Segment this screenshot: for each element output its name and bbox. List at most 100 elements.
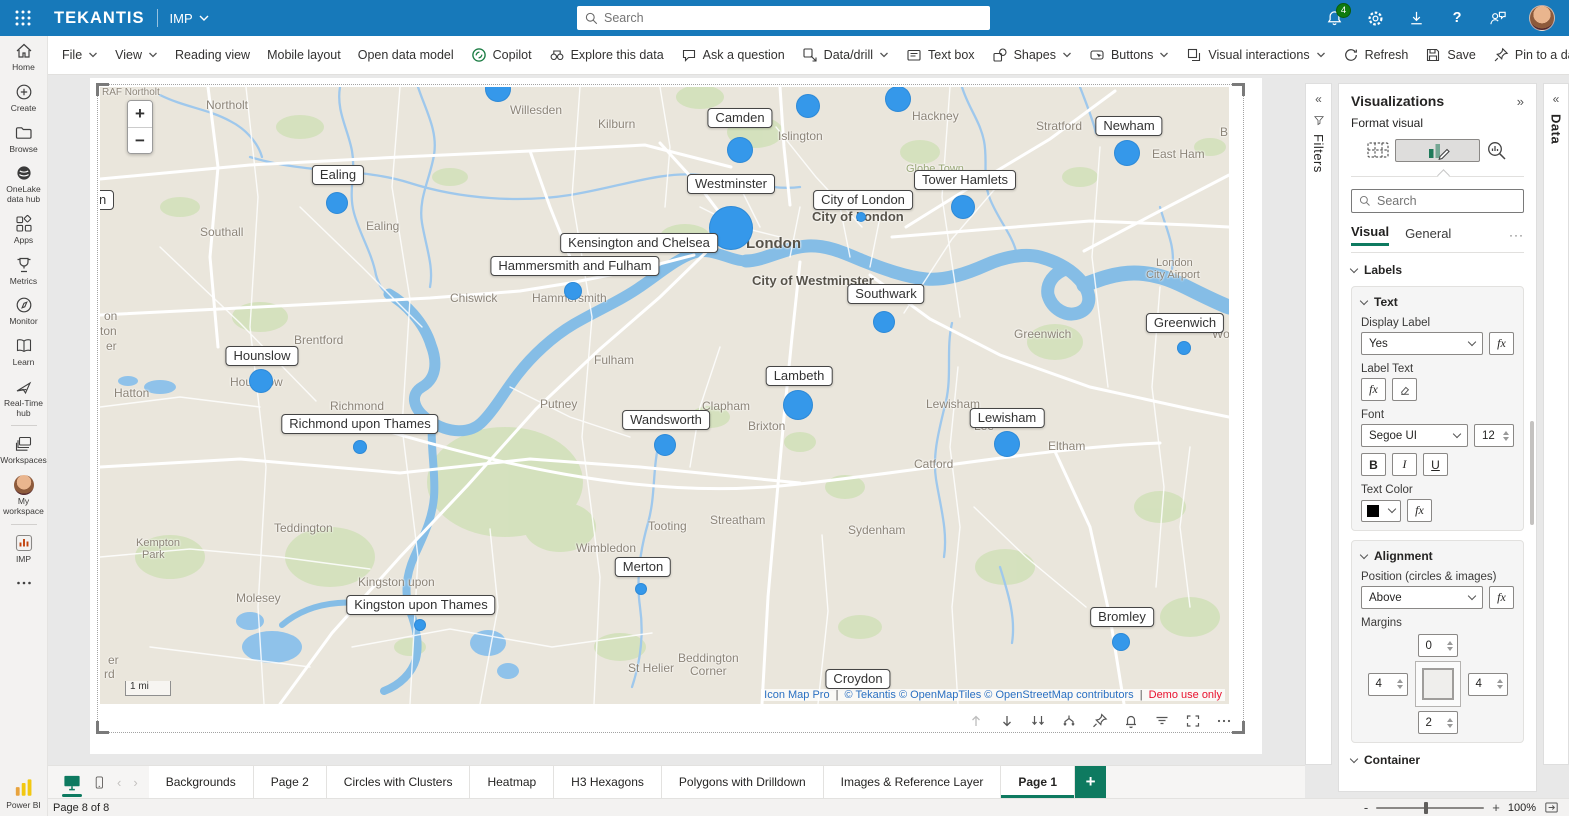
ribbon-data-drill[interactable]: Data/drill — [802, 47, 889, 63]
sidebar-item-onelake[interactable]: OneLake data hub — [0, 158, 48, 209]
ribbon-buttons[interactable]: Buttons — [1089, 47, 1169, 63]
borough-label[interactable]: Ealing — [312, 165, 364, 185]
map-zoom-out-button[interactable]: − — [128, 127, 152, 153]
borough-label[interactable]: Richmond upon Thames — [281, 414, 438, 434]
font-size-stepper[interactable]: 12 — [1474, 424, 1514, 447]
format-search-input[interactable] — [1377, 194, 1516, 208]
map-data-circle[interactable] — [727, 137, 753, 163]
stepper-arrows-icon[interactable] — [1447, 718, 1453, 728]
page-tab-polygons-with-drilldown[interactable]: Polygons with Drilldown — [662, 766, 824, 798]
borough-label[interactable]: Hounslow — [225, 346, 298, 366]
font-family-dropdown[interactable]: Segoe UI — [1361, 424, 1468, 447]
display-label-fx-button[interactable]: fx — [1489, 332, 1514, 355]
user-avatar[interactable] — [1529, 5, 1555, 31]
sidebar-item-apps[interactable]: Apps — [0, 209, 48, 250]
map-data-circle[interactable] — [994, 431, 1020, 457]
labels-section-header[interactable]: Labels — [1351, 263, 1524, 277]
bold-button[interactable]: B — [1361, 453, 1386, 476]
pin-visual-icon[interactable] — [1091, 712, 1109, 730]
sidebar-item-create[interactable]: Create — [0, 77, 48, 118]
search-input[interactable] — [604, 11, 982, 25]
analytics-icon[interactable] — [1480, 136, 1514, 164]
sidebar-item-workspaces[interactable]: Workspaces — [0, 429, 48, 470]
desktop-view-icon[interactable] — [62, 773, 82, 792]
ribbon-mobile-layout[interactable]: Mobile layout — [267, 48, 341, 62]
position-fx-button[interactable]: fx — [1489, 586, 1514, 609]
map-data-circle[interactable] — [1177, 341, 1191, 355]
map-data-circle[interactable] — [564, 282, 582, 300]
position-dropdown[interactable]: Above — [1361, 586, 1483, 609]
margin-right-stepper[interactable]: 4 — [1468, 673, 1508, 696]
attribution-link[interactable]: © OpenStreetMap contributors — [984, 689, 1133, 701]
notifications-icon[interactable]: 4 — [1324, 8, 1344, 28]
mobile-view-icon[interactable] — [92, 773, 106, 792]
app-launcher-icon[interactable] — [0, 0, 46, 36]
text-section-header[interactable]: Text — [1361, 295, 1514, 309]
borough-label[interactable]: Croydon — [825, 669, 890, 689]
format-visual-icon[interactable] — [1395, 139, 1480, 162]
filters-pane-collapsed[interactable]: « Filters — [1305, 83, 1332, 765]
sidebar-item-myworkspace[interactable]: My workspace — [0, 470, 48, 521]
map-data-circle[interactable] — [326, 192, 348, 214]
settings-gear-icon[interactable] — [1365, 8, 1385, 28]
ribbon-view[interactable]: View — [115, 48, 158, 62]
data-pane-collapsed[interactable]: « Data — [1543, 83, 1569, 765]
borough-label[interactable]: Lambeth — [766, 366, 833, 386]
borough-label[interactable]: Tower Hamlets — [914, 170, 1016, 190]
borough-label[interactable]: Merton — [615, 557, 671, 577]
stepper-arrows-icon[interactable] — [1503, 431, 1509, 441]
download-icon[interactable] — [1406, 8, 1426, 28]
expand-data-icon[interactable]: « — [1553, 92, 1560, 106]
text-color-fx-button[interactable]: fx — [1407, 499, 1432, 522]
italic-button[interactable]: I — [1392, 453, 1417, 476]
sidebar-item-browse[interactable]: Browse — [0, 118, 48, 159]
add-page-button[interactable]: + — [1075, 766, 1106, 798]
prev-page-icon[interactable]: ‹ — [116, 775, 122, 790]
page-tab-backgrounds[interactable]: Backgrounds — [149, 766, 254, 798]
map-data-circle[interactable] — [951, 195, 975, 219]
borough-label[interactable]: Kingston upon Thames — [346, 595, 495, 615]
zoom-out-button[interactable]: - — [1364, 800, 1368, 815]
map-data-circle[interactable] — [635, 583, 647, 595]
label-text-clear-button[interactable] — [1392, 378, 1417, 401]
more-options-icon[interactable]: ··· — [1509, 228, 1524, 242]
zoom-slider[interactable] — [1376, 807, 1484, 809]
next-page-icon[interactable]: › — [132, 775, 138, 790]
container-section-header[interactable]: Container — [1351, 753, 1524, 767]
sidebar-item-monitor[interactable]: Monitor — [0, 290, 48, 331]
tab-general[interactable]: General — [1405, 226, 1451, 245]
page-tab-page-2[interactable]: Page 2 — [254, 766, 327, 798]
workspace-switcher[interactable]: IMP — [170, 11, 209, 26]
sidebar-item-learn[interactable]: Learn — [0, 331, 48, 372]
page-tab-circles-with-clusters[interactable]: Circles with Clusters — [327, 766, 471, 798]
sidebar-item-home[interactable]: Home — [0, 36, 48, 77]
icon-map-visual[interactable]: RAF NortholtNortholtWillesdenKilburnIsli… — [100, 87, 1229, 704]
build-visual-icon[interactable] — [1361, 136, 1395, 164]
more-options-icon[interactable] — [1215, 712, 1233, 730]
sidebar-item-more[interactable] — [0, 568, 48, 597]
ribbon-shapes[interactable]: Shapes — [992, 47, 1072, 63]
map-data-circle[interactable] — [414, 619, 426, 631]
ribbon-refresh[interactable]: Refresh — [1343, 47, 1409, 63]
ribbon-visual-interactions[interactable]: Visual interactions — [1186, 47, 1325, 63]
underline-button[interactable]: U — [1423, 453, 1448, 476]
focus-mode-icon[interactable] — [1184, 712, 1202, 730]
expand-all-icon[interactable] — [1029, 712, 1047, 730]
map-data-circle[interactable] — [873, 311, 895, 333]
zoom-in-button[interactable]: + — [1492, 800, 1500, 815]
map-zoom-in-button[interactable]: + — [128, 101, 152, 127]
ribbon-copilot[interactable]: Copilot — [471, 47, 532, 63]
borough-label[interactable]: Hammersmith and Fulham — [490, 256, 659, 276]
borough-label[interactable]: City of London — [813, 190, 913, 210]
zoom-slider-thumb[interactable] — [1424, 802, 1428, 814]
map-data-circle[interactable] — [654, 434, 676, 456]
expand-filters-icon[interactable]: « — [1315, 92, 1322, 106]
sidebar-item-metrics[interactable]: Metrics — [0, 250, 48, 291]
margin-bottom-stepper[interactable]: 2 — [1418, 711, 1458, 734]
collapse-pane-icon[interactable]: » — [1517, 94, 1524, 109]
drill-down-icon[interactable] — [998, 712, 1016, 730]
stepper-arrows-icon[interactable] — [1447, 641, 1453, 651]
panel-scrollbar[interactable] — [1530, 421, 1534, 525]
ribbon-text-box[interactable]: Text box — [906, 47, 975, 63]
margin-left-stepper[interactable]: 4 — [1368, 673, 1408, 696]
